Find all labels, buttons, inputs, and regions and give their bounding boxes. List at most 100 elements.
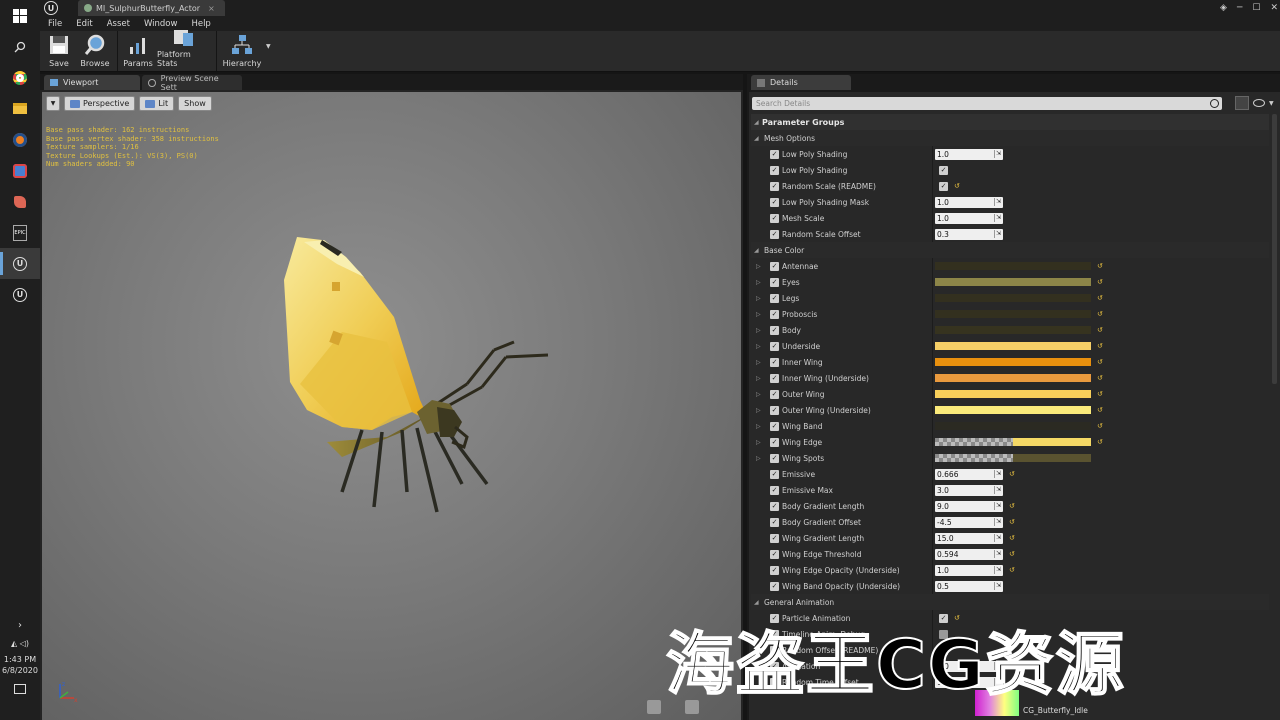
override-checkbox[interactable]: ✓ [770,389,779,399]
color-swatch[interactable] [935,422,1091,430]
column-divider[interactable] [932,226,933,242]
chrome-icon[interactable] [0,62,40,93]
expand-arrow-icon[interactable]: ▷ [756,359,768,366]
browse-button[interactable]: Browse [78,31,112,71]
reset-to-default-icon[interactable]: ↺ [1097,342,1105,350]
property-matrix-icon[interactable] [1235,96,1249,110]
save-button[interactable]: Save [42,31,76,71]
expand-arrow-icon[interactable]: ▷ [756,407,768,414]
menu-asset[interactable]: Asset [107,19,130,29]
numeric-input[interactable]: 0.594 ⇲ [935,548,1003,560]
override-checkbox[interactable]: ✓ [770,165,779,175]
spinner-icon[interactable]: ⇲ [994,149,1002,158]
numeric-input[interactable]: 1.0 ⇲ [935,212,1003,224]
numeric-input[interactable]: 3.0 ⇲ [935,484,1003,496]
expand-arrow-icon[interactable]: ▷ [756,311,768,318]
expand-arrow-icon[interactable]: ▷ [756,279,768,286]
reset-to-default-icon[interactable]: ↺ [1097,422,1105,430]
override-checkbox[interactable]: ✓ [770,149,779,159]
override-checkbox[interactable]: ✓ [770,421,779,431]
override-checkbox[interactable]: ✓ [770,229,779,239]
override-checkbox[interactable]: ✓ [770,581,779,591]
platform-stats-button[interactable]: Platform Stats [157,30,211,71]
column-divider[interactable] [932,370,933,386]
column-divider[interactable] [932,194,933,210]
details-scrollbar[interactable] [1272,114,1277,384]
tab-details[interactable]: Details [751,75,851,90]
reset-to-default-icon[interactable]: ↺ [1009,518,1017,526]
reset-to-default-icon[interactable]: ↺ [1009,534,1017,542]
eye-icon[interactable] [1253,99,1265,107]
override-checkbox[interactable]: ✓ [770,373,779,383]
expand-arrow-icon[interactable]: ▷ [756,327,768,334]
hierarchy-dropdown-icon[interactable]: ▼ [266,43,271,50]
column-divider[interactable] [932,210,933,226]
color-swatch[interactable] [935,278,1091,286]
spinner-icon[interactable]: ⇲ [994,197,1002,206]
feedback-icon[interactable]: ◈ [1220,3,1227,13]
unreal-editor-icon-2[interactable]: U [0,279,40,310]
spinner-icon[interactable]: ⇲ [994,533,1002,542]
reset-to-default-icon[interactable]: ↺ [1009,502,1017,510]
reset-to-default-icon[interactable]: ↺ [1097,278,1105,286]
override-checkbox[interactable]: ✓ [770,341,779,351]
clock[interactable]: 1:43 PM 6/8/2020 [2,654,38,676]
override-checkbox[interactable]: ✓ [770,437,779,447]
expand-arrow-icon[interactable]: ▷ [756,263,768,270]
value-checkbox[interactable]: ✓ [939,181,948,191]
column-divider[interactable] [932,546,933,562]
column-divider[interactable] [932,466,933,482]
column-divider[interactable] [932,402,933,418]
chrome-app-icon[interactable] [0,155,40,186]
override-checkbox[interactable]: ✓ [770,549,779,559]
column-divider[interactable] [932,418,933,434]
numeric-input[interactable]: 1.0 ⇲ [935,196,1003,208]
spinner-icon[interactable]: ⇲ [994,517,1002,526]
column-divider[interactable] [932,578,933,594]
close-tab-icon[interactable]: × [208,4,215,13]
reset-to-default-icon[interactable]: ↺ [1097,326,1105,334]
color-swatch[interactable] [935,438,1091,446]
expand-arrow-icon[interactable]: ◢ [754,247,762,254]
color-swatch[interactable] [935,326,1091,334]
column-divider[interactable] [932,178,933,194]
column-divider[interactable] [932,450,933,466]
chevron-down-icon[interactable]: ▼ [1269,100,1274,107]
game-icon[interactable] [0,186,40,217]
override-checkbox[interactable]: ✓ [770,485,779,495]
spinner-icon[interactable]: ⇲ [994,565,1002,574]
group-header-base-color[interactable]: ◢ Base Color [751,242,1269,258]
override-checkbox[interactable]: ✓ [770,197,779,207]
expand-arrow-icon[interactable]: ▷ [756,391,768,398]
numeric-input[interactable]: 1.0 ⇲ [935,148,1003,160]
override-checkbox[interactable]: ✓ [770,277,779,287]
column-divider[interactable] [932,290,933,306]
override-checkbox[interactable]: ✓ [770,357,779,367]
spinner-icon[interactable]: ⇲ [994,485,1002,494]
numeric-input[interactable]: 0.5 ⇲ [935,580,1003,592]
column-divider[interactable] [932,434,933,450]
epic-games-icon[interactable]: EPIC [0,217,40,248]
value-checkbox[interactable]: ✓ [939,165,948,175]
column-divider[interactable] [932,274,933,290]
reset-to-default-icon[interactable]: ↺ [1009,470,1017,478]
3d-viewport[interactable]: ▼ Perspective Lit Show Base pass shader:… [42,92,741,720]
expand-arrow-icon[interactable]: ▷ [756,343,768,350]
tab-viewport[interactable]: Viewport [44,75,140,90]
override-checkbox[interactable]: ✓ [770,565,779,575]
column-divider[interactable] [932,258,933,274]
menu-file[interactable]: File [48,19,62,29]
expand-arrow-icon[interactable]: ▷ [756,375,768,382]
override-checkbox[interactable]: ✓ [770,293,779,303]
group-header-general-animation[interactable]: ◢ General Animation [751,594,1269,610]
column-divider[interactable] [932,514,933,530]
menu-edit[interactable]: Edit [76,19,92,29]
override-checkbox[interactable]: ✓ [770,213,779,223]
column-divider[interactable] [932,354,933,370]
column-divider[interactable] [932,482,933,498]
column-divider[interactable] [932,530,933,546]
reset-to-default-icon[interactable]: ↺ [1097,310,1105,318]
lock-icon[interactable] [647,700,661,714]
numeric-input[interactable]: 9.0 ⇲ [935,500,1003,512]
column-divider[interactable] [932,146,933,162]
